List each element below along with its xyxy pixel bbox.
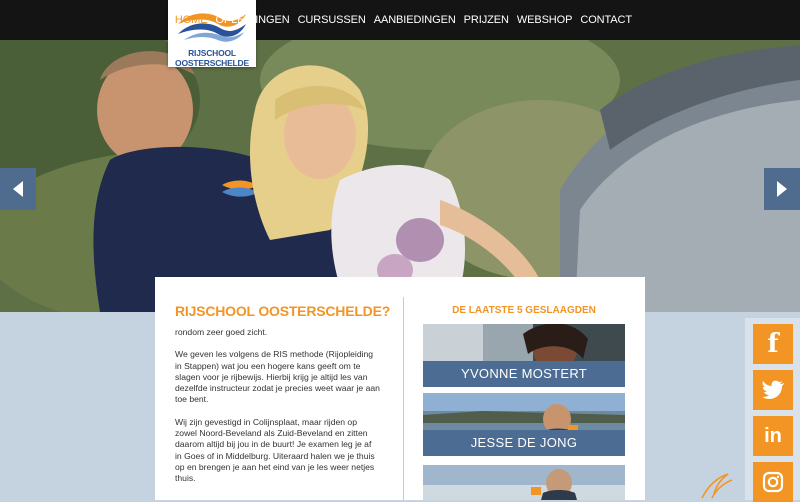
nav-prijzen[interactable]: PRIJZEN: [464, 14, 509, 26]
paragraph: Wij zijn gevestigd in Colijnsplaat, maar…: [175, 416, 375, 484]
chevron-left-icon: [13, 181, 23, 197]
slider-prev-button[interactable]: [0, 168, 36, 210]
slider-next-button[interactable]: [764, 168, 800, 210]
instagram-button[interactable]: [753, 462, 793, 502]
decorative-swoosh-icon: [701, 473, 733, 499]
nav-cursussen[interactable]: CURSUSSEN: [298, 14, 366, 26]
main-menu: HOME OPLEIDINGEN CURSUSSEN AANBIEDINGEN …: [175, 0, 632, 40]
student-card[interactable]: [423, 465, 625, 500]
nav-opleidingen[interactable]: OPLEIDINGEN: [215, 14, 289, 26]
section-title: RIJSCHOOL OOSTERSCHELDE?: [175, 303, 391, 319]
brand-name: RIJSCHOOL OOSTERSCHELDE: [175, 48, 249, 68]
student-card[interactable]: JESSE DE JONG: [423, 393, 625, 456]
nav-contact[interactable]: CONTACT: [580, 14, 632, 26]
student-card[interactable]: YVONNE MOSTERT: [423, 324, 625, 387]
nav-aanbiedingen[interactable]: AANBIEDINGEN: [374, 14, 456, 26]
hero-photo: [0, 40, 800, 312]
student-name: JESSE DE JONG: [423, 430, 625, 456]
facebook-button[interactable]: f: [753, 324, 793, 364]
twitter-button[interactable]: [753, 370, 793, 410]
linkedin-button[interactable]: in: [753, 416, 793, 456]
linkedin-icon: in: [764, 424, 782, 447]
twitter-icon: [762, 380, 784, 399]
nav-webshop[interactable]: WEBSHOP: [517, 14, 573, 26]
intro-text: rondom zeer goed zicht. We geven les vol…: [175, 327, 380, 496]
hero-slider: [0, 40, 800, 312]
passed-students-title: DE LAATSTE 5 GESLAAGDEN: [452, 305, 596, 316]
nav-home[interactable]: HOME: [175, 14, 208, 26]
paragraph: We geven les volgens de RIS methode (Rij…: [175, 349, 380, 405]
facebook-icon: f: [767, 329, 779, 359]
column-divider: [403, 297, 404, 500]
student-photo: [423, 465, 625, 500]
chevron-right-icon: [777, 181, 787, 197]
paragraph: rondom zeer goed zicht.: [175, 327, 268, 337]
student-name: YVONNE MOSTERT: [423, 361, 625, 387]
instagram-icon: [762, 471, 784, 493]
content-card: RIJSCHOOL OOSTERSCHELDE? rondom zeer goe…: [155, 277, 645, 500]
social-links: f in: [745, 318, 800, 502]
